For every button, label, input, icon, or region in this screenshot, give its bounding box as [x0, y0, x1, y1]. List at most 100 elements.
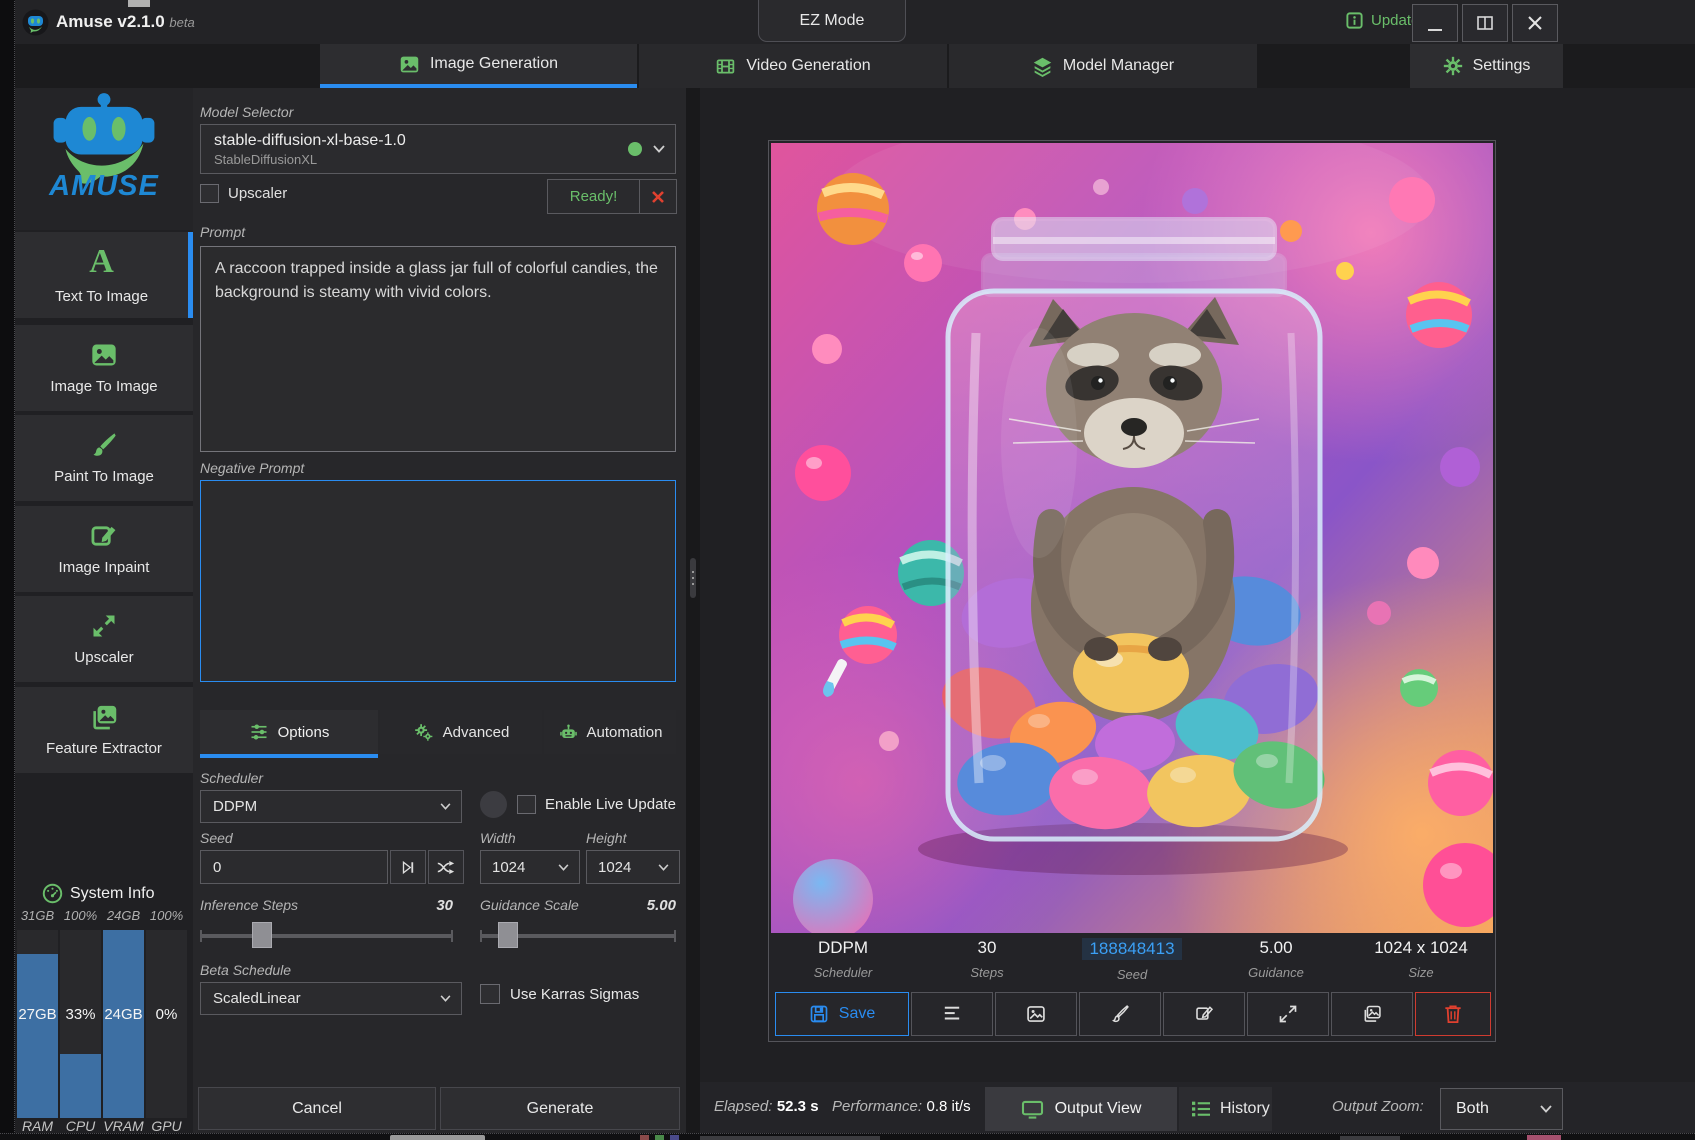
maximize-icon: [1477, 16, 1493, 30]
output-zoom-dropdown[interactable]: Both: [1440, 1088, 1563, 1130]
model-ready-group: Ready!: [547, 179, 677, 214]
seed-increment-button[interactable]: [390, 850, 426, 884]
maximize-button[interactable]: [1462, 4, 1508, 42]
beta-schedule-dropdown[interactable]: ScaledLinear: [200, 982, 462, 1015]
brush-icon: [89, 431, 119, 459]
film-icon: [715, 56, 736, 77]
sidebar-item-upscaler[interactable]: Upscaler: [15, 596, 193, 682]
output-view-button[interactable]: Output View: [985, 1087, 1177, 1131]
chevron-down-icon: [440, 995, 451, 1002]
ram-value: 27GB: [17, 1006, 58, 1023]
text-lines-icon: [941, 1005, 963, 1023]
upscaler-checkbox[interactable]: [200, 184, 219, 203]
copy-info-button[interactable]: [911, 992, 993, 1036]
save-icon: [809, 1004, 829, 1024]
generated-image: [771, 143, 1493, 933]
inference-steps-slider[interactable]: [200, 922, 453, 948]
sidebar-item-image-to-image[interactable]: Image To Image: [15, 325, 193, 411]
ez-mode-button[interactable]: EZ Mode: [758, 0, 906, 42]
panel-splitter[interactable]: [686, 88, 700, 1133]
tab-advanced[interactable]: Advanced: [380, 710, 542, 754]
edit-icon: [1194, 1004, 1215, 1024]
slider-handle[interactable]: [498, 922, 518, 948]
trash-icon: [1444, 1004, 1462, 1024]
tab-settings[interactable]: Settings: [1410, 44, 1563, 88]
cpu-label: CPU: [60, 1118, 101, 1134]
generate-button[interactable]: Generate: [440, 1087, 680, 1130]
tab-options[interactable]: Options: [200, 710, 378, 754]
seed-value-link[interactable]: 188848413: [1082, 938, 1181, 960]
send-to-upscale-button[interactable]: [1247, 992, 1329, 1036]
layers-icon: [1032, 56, 1053, 77]
unload-model-button[interactable]: [640, 180, 676, 213]
sidebar-item-text-to-image[interactable]: A Text To Image: [15, 232, 193, 318]
chevron-down-icon: [1540, 1105, 1552, 1113]
update-button[interactable]: Update: [1345, 11, 1419, 30]
live-update-toggle[interactable]: [480, 791, 507, 818]
vram-value: 24GB: [103, 1006, 144, 1023]
seed-randomize-button[interactable]: [428, 850, 464, 884]
close-button[interactable]: [1512, 4, 1558, 42]
model-type: StableDiffusionXL: [214, 152, 406, 167]
height-dropdown[interactable]: 1024: [586, 850, 680, 884]
splitter-handle[interactable]: [690, 558, 696, 598]
gears-icon: [413, 723, 434, 742]
height-label: Height: [586, 830, 626, 846]
monitor-icon: [1021, 1100, 1044, 1119]
tab-image-generation[interactable]: Image Generation: [320, 44, 637, 88]
prompt-label: Prompt: [200, 224, 245, 240]
output-zoom-label: Output Zoom:: [1332, 1098, 1424, 1115]
beta-schedule-label: Beta Schedule: [200, 962, 291, 978]
info-icon: [1345, 11, 1364, 30]
sidebar-item-paint-to-image[interactable]: Paint To Image: [15, 415, 193, 501]
images-icon: [1361, 1004, 1383, 1024]
width-dropdown[interactable]: 1024: [480, 850, 580, 884]
app-title: Amuse v2.1.0 beta: [56, 12, 195, 32]
prompt-input[interactable]: A raccoon trapped inside a glass jar ful…: [200, 246, 676, 452]
gauge-icon: [42, 883, 63, 904]
send-to-paint-button[interactable]: [1079, 992, 1161, 1036]
ram-max: 31GB: [17, 908, 58, 923]
cancel-button[interactable]: Cancel: [198, 1087, 436, 1130]
taskbar-sliver: [0, 1133, 1695, 1140]
shuffle-icon: [437, 860, 455, 875]
elapsed-status: Elapsed: 52.3 s: [714, 1098, 819, 1116]
live-update-checkbox[interactable]: [517, 795, 536, 814]
history-button[interactable]: History: [1179, 1087, 1272, 1131]
ready-status[interactable]: Ready!: [548, 180, 639, 213]
gpu-value: 0%: [146, 1006, 187, 1023]
sidebar-item-feature-extractor[interactable]: Feature Extractor: [15, 687, 193, 773]
ram-label: RAM: [17, 1118, 58, 1134]
minimize-icon: [1428, 29, 1442, 31]
close-icon: [1528, 16, 1542, 30]
tab-video-generation[interactable]: Video Generation: [639, 44, 947, 88]
negative-prompt-input[interactable]: [200, 480, 676, 682]
scheduler-dropdown[interactable]: DDPM: [200, 790, 462, 823]
send-to-feature-extractor-button[interactable]: [1331, 992, 1413, 1036]
upscale-arrows-icon: [90, 612, 118, 640]
scheduler-label: Scheduler: [200, 770, 263, 786]
slider-handle[interactable]: [252, 922, 272, 948]
negative-prompt-label: Negative Prompt: [200, 460, 304, 476]
performance-status: Performance: 0.8 it/s: [832, 1098, 971, 1116]
image-to-image-icon: [89, 341, 119, 369]
tab-model-manager[interactable]: Model Manager: [949, 44, 1257, 88]
system-info-header: System Info: [42, 883, 154, 904]
save-button[interactable]: Save: [775, 992, 909, 1036]
minimize-button[interactable]: [1412, 4, 1458, 42]
vram-max: 24GB: [103, 908, 144, 923]
model-selector-dropdown[interactable]: stable-diffusion-xl-base-1.0 StableDiffu…: [200, 124, 676, 174]
karras-sigmas-checkbox[interactable]: [480, 984, 500, 1004]
cpu-meter: [60, 930, 101, 1118]
expand-arrows-icon: [1278, 1004, 1298, 1024]
tab-automation[interactable]: Automation: [544, 710, 676, 754]
seed-input[interactable]: 0: [200, 850, 388, 884]
width-label: Width: [480, 830, 516, 846]
send-to-image-button[interactable]: [995, 992, 1077, 1036]
guidance-scale-slider[interactable]: [480, 922, 676, 948]
sidebar-item-image-inpaint[interactable]: Image Inpaint: [15, 506, 193, 592]
feature-extractor-icon: [89, 703, 119, 731]
cpu-max: 100%: [60, 908, 101, 923]
delete-button[interactable]: [1415, 992, 1491, 1036]
send-to-inpaint-button[interactable]: [1163, 992, 1245, 1036]
